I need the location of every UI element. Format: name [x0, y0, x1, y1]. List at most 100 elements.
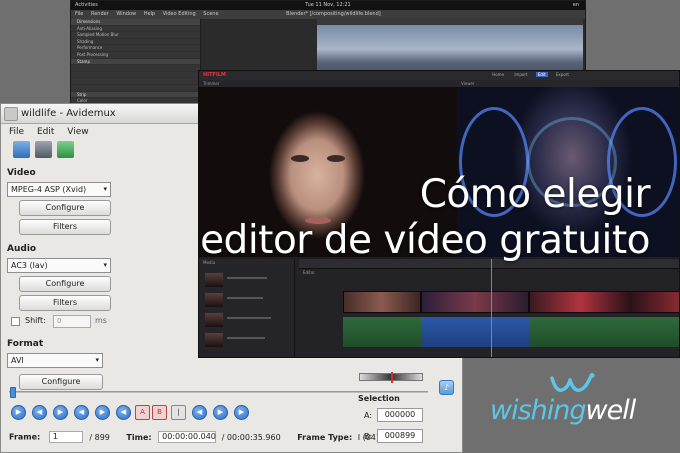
slider-groove	[9, 391, 428, 393]
menu-edit[interactable]: Edit	[37, 127, 54, 137]
selection-b-label: B:	[364, 432, 373, 441]
info-icon[interactable]	[57, 141, 74, 158]
trimmer-label[interactable]: Trimmer	[203, 81, 220, 86]
set-marker-b-icon[interactable]: B	[152, 405, 167, 420]
headline-line-1: Cómo elegir	[419, 172, 651, 217]
media-thumbnail[interactable]	[205, 273, 223, 287]
media-meta	[227, 317, 271, 319]
audio-filters-button[interactable]: Filters	[19, 295, 111, 311]
save-icon[interactable]	[35, 141, 52, 158]
system-clock[interactable]: Tue 11 Nov, 12:21	[71, 1, 585, 10]
blender-title: Blender* [/compositing/wildlife.blend]	[286, 11, 381, 17]
audio-configure-button[interactable]: Configure	[19, 276, 111, 292]
app-icon	[4, 107, 18, 121]
system-tray[interactable]: en	[573, 1, 579, 10]
audio-clip[interactable]	[529, 317, 679, 347]
property-row[interactable]: Anti-Aliasing	[71, 26, 200, 33]
video-clip[interactable]	[529, 291, 679, 313]
window-title: wildlife - Avidemux	[21, 108, 116, 119]
chevron-down-icon: ▾	[103, 185, 107, 193]
property-row[interactable]: Sampled Motion Blur	[71, 32, 200, 39]
media-thumbnail[interactable]	[205, 313, 223, 327]
frame-type-label: Frame Type:	[297, 432, 353, 442]
selection-b-row: B: 000899	[358, 429, 428, 445]
menu-window[interactable]: Window	[116, 11, 136, 17]
system-top-bar: Activities Tue 11 Nov, 12:21 en	[71, 1, 585, 10]
next-black-icon[interactable]: ▶	[234, 405, 249, 420]
next-keyframe-icon[interactable]: ▶	[95, 405, 110, 420]
shift-unit: ms	[95, 316, 107, 325]
shift-label: Shift:	[25, 316, 46, 325]
prev-keyframe-icon[interactable]: ◀	[74, 405, 89, 420]
goto-marker-icon[interactable]: |	[171, 405, 186, 420]
chevron-down-icon: ▾	[95, 356, 99, 364]
scene-selector[interactable]: Scene	[203, 11, 218, 17]
open-folder-icon[interactable]	[13, 141, 30, 158]
menu-file[interactable]: File	[9, 127, 24, 137]
format-section-label: Format	[7, 339, 44, 349]
frame-input[interactable]: 1	[48, 431, 83, 443]
menu-help[interactable]: Help	[144, 11, 155, 17]
media-meta	[227, 337, 265, 339]
layout-selector[interactable]: Video Editing	[163, 11, 196, 17]
shift-input[interactable]: 0	[53, 315, 91, 328]
selection-b-button[interactable]: 000899	[377, 429, 423, 443]
menu-view[interactable]: View	[67, 127, 88, 137]
preview-detail	[327, 155, 345, 162]
time-input[interactable]: 00:00:00.040	[158, 431, 217, 443]
wishing-well-logo: wishingwell	[490, 370, 660, 430]
goto-start-icon[interactable]: ◀	[192, 405, 207, 420]
goto-end-icon[interactable]: ▶	[213, 405, 228, 420]
video-filters-button[interactable]: Filters	[19, 219, 111, 235]
property-row[interactable]: Strip	[71, 91, 200, 99]
tab-export[interactable]: Export	[554, 72, 571, 77]
rewind-icon[interactable]: ◀	[32, 405, 47, 420]
property-row[interactable]: Performance	[71, 45, 200, 52]
menu-render[interactable]: Render	[91, 11, 109, 17]
menu-file[interactable]: File	[75, 11, 83, 17]
shift-checkbox[interactable]	[11, 317, 20, 326]
prev-black-icon[interactable]: ◀	[116, 405, 131, 420]
workspace-tabs: Home Import Edit Export	[485, 72, 571, 77]
headline: Cómo elegir editor de vídeo gratuito	[200, 172, 650, 264]
video-section-label: Video	[7, 168, 36, 178]
property-row[interactable]: Post Processing	[71, 52, 200, 59]
hitfilm-logo: HITFILM	[203, 72, 226, 78]
tab-import[interactable]: Import	[512, 72, 529, 77]
slider-handle[interactable]	[10, 387, 16, 398]
media-thumbnail[interactable]	[205, 333, 223, 347]
tab-home[interactable]: Home	[490, 72, 506, 77]
property-row[interactable]: Shading	[71, 39, 200, 46]
property-row	[71, 65, 200, 72]
video-clip[interactable]	[343, 291, 421, 313]
audio-clip[interactable]	[343, 317, 421, 347]
audio-codec-select[interactable]: AC3 (lav) ▾	[7, 258, 111, 273]
status-bar: Frame: 1 / 899 Time: 00:00:00.040 / 00:0…	[9, 431, 379, 445]
video-clip[interactable]	[421, 291, 529, 313]
video-configure-button[interactable]: Configure	[19, 200, 111, 216]
playhead[interactable]	[491, 259, 492, 357]
tab-edit[interactable]: Edit	[535, 72, 548, 77]
property-row[interactable]: Stamp	[71, 58, 200, 66]
hitfilm-menubar: HITFILM Home Import Edit Export	[199, 71, 679, 80]
selection-panel: Selection A: 000000 B: 000899	[358, 394, 428, 445]
volume-meter[interactable]	[359, 372, 423, 383]
frame-total: / 899	[89, 432, 110, 442]
viewer-label[interactable]: Viewer	[461, 80, 475, 87]
media-meta	[227, 277, 267, 279]
audio-shift-row: Shift: 0 ms	[7, 315, 111, 329]
set-marker-a-icon[interactable]: A	[135, 405, 150, 420]
speaker-icon[interactable]: ♪	[439, 380, 454, 395]
play-icon[interactable]: ▶	[11, 405, 26, 420]
forward-icon[interactable]: ▶	[53, 405, 68, 420]
property-row	[71, 72, 200, 79]
property-row[interactable]: Dimensions	[71, 19, 200, 26]
audio-clip-selected[interactable]	[421, 317, 529, 347]
preview-detail	[291, 155, 309, 162]
format-select[interactable]: AVI ▾	[7, 353, 103, 368]
media-thumbnail[interactable]	[205, 293, 223, 307]
editor-area: Media Editor	[199, 259, 679, 357]
editor-timeline[interactable]: Editor	[299, 259, 679, 357]
selection-a-button[interactable]: 000000	[377, 408, 423, 422]
video-codec-select[interactable]: MPEG-4 ASP (Xvid) ▾	[7, 182, 111, 197]
